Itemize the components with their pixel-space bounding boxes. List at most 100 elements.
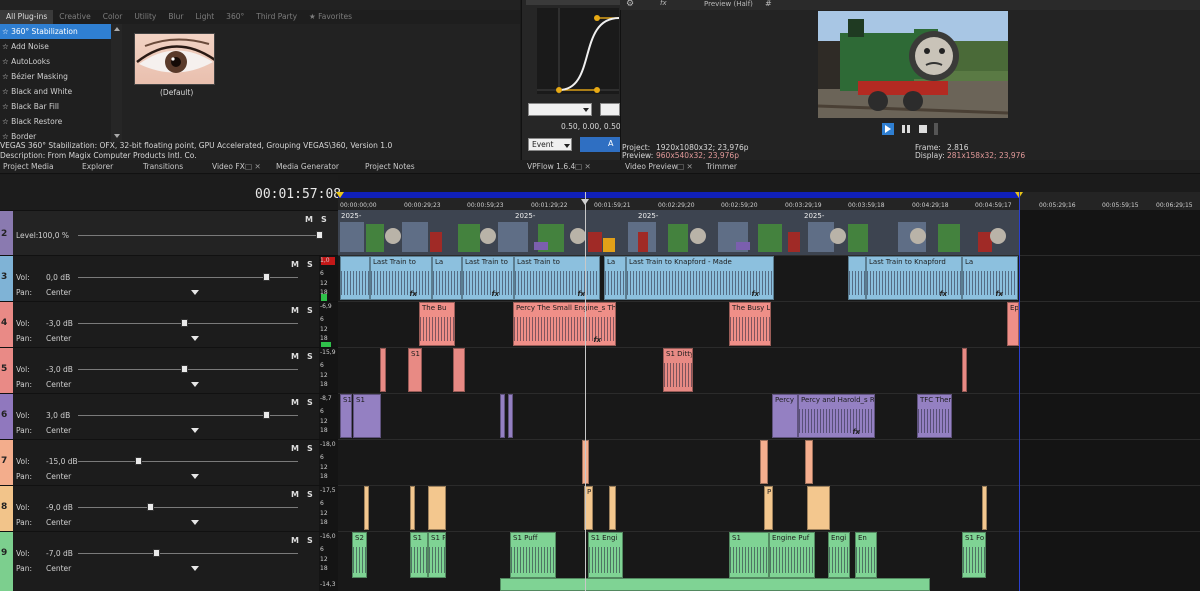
- audio-event[interactable]: Last Train to Knapford - Made fx: [626, 256, 774, 300]
- solo-button[interactable]: S: [321, 215, 327, 224]
- pan-slider-handle[interactable]: [191, 566, 199, 571]
- audio-event[interactable]: S1: [353, 394, 381, 438]
- audio-event[interactable]: [982, 486, 987, 530]
- fx-icon[interactable]: fx: [939, 290, 947, 298]
- curve-mode-select[interactable]: [600, 103, 620, 116]
- pan-slider-handle[interactable]: [191, 520, 199, 525]
- tab-project-media[interactable]: Project Media: [3, 162, 54, 171]
- fx-icon[interactable]: fx: [491, 290, 499, 298]
- gear-icon[interactable]: ⚙: [626, 0, 634, 9]
- mute-button[interactable]: M: [291, 444, 299, 453]
- plugin-item[interactable]: ☆ 360° Stabilization: [0, 24, 121, 39]
- fx-icon[interactable]: fx: [577, 290, 585, 298]
- vol-slider-handle[interactable]: [153, 549, 160, 557]
- tab-creative[interactable]: Creative: [53, 10, 96, 24]
- audio-event[interactable]: Percy and Harold_s Ra fx: [798, 394, 875, 438]
- audio-event[interactable]: S1 Fo: [962, 532, 986, 578]
- audio-track-header[interactable]: 6 Vol: 3,0 dB Pan: Center M S -8,7 6 12 …: [0, 393, 338, 440]
- vol-slider-track[interactable]: [78, 553, 298, 554]
- vol-slider-track[interactable]: [78, 369, 298, 370]
- solo-button[interactable]: S: [307, 444, 313, 453]
- mute-button[interactable]: M: [291, 352, 299, 361]
- fx-icon[interactable]: fx: [593, 336, 601, 344]
- pan-slider-handle[interactable]: [191, 336, 199, 341]
- audio-event[interactable]: Last Train to fx: [462, 256, 514, 300]
- vol-slider-handle[interactable]: [181, 319, 188, 327]
- audio-event[interactable]: Last Train to fx: [370, 256, 432, 300]
- audio-event[interactable]: S1 P: [428, 532, 446, 578]
- audio-event[interactable]: Percy: [772, 394, 798, 438]
- plugin-item[interactable]: ☆ Black and White: [0, 84, 121, 99]
- audio-event[interactable]: P: [764, 486, 773, 530]
- pan-slider-handle[interactable]: [191, 428, 199, 433]
- audio-event[interactable]: S2: [352, 532, 367, 578]
- tab-color[interactable]: Color: [97, 10, 129, 24]
- audio-event[interactable]: [848, 256, 866, 300]
- tab-favorites[interactable]: ★ Favorites: [303, 10, 358, 24]
- audio-event[interactable]: Ep: [1007, 302, 1019, 346]
- loop-region-bar[interactable]: [338, 192, 1019, 198]
- audio-track-header[interactable]: 5 Vol: -3,0 dB Pan: Center M S -15,9 6 1…: [0, 347, 338, 394]
- tab-vpflow[interactable]: VPFlow 1.6.4: [527, 162, 575, 171]
- video-event-strip[interactable]: [338, 210, 1019, 255]
- timeline-timecode[interactable]: 00:01:57:08: [255, 187, 341, 202]
- solo-button[interactable]: S: [307, 536, 313, 545]
- curve-preset-select[interactable]: [528, 103, 592, 116]
- audio-event[interactable]: The Busy Li: [729, 302, 771, 346]
- tab-light[interactable]: Light: [189, 10, 220, 24]
- audio-event[interactable]: [962, 348, 967, 392]
- mute-button[interactable]: M: [305, 215, 313, 224]
- vol-slider-handle[interactable]: [181, 365, 188, 373]
- scroll-up-icon[interactable]: [114, 27, 120, 31]
- audio-track-header[interactable]: 4 Vol: -3,0 dB Pan: Center M S -6,9 6 12…: [0, 301, 338, 348]
- tab-360[interactable]: 360°: [220, 10, 250, 24]
- fx-icon[interactable]: fx: [995, 290, 1003, 298]
- plugin-item[interactable]: ☆ Add Noise: [0, 39, 121, 54]
- audio-event[interactable]: S1: [340, 394, 352, 438]
- tab-utility[interactable]: Utility: [128, 10, 162, 24]
- audio-event[interactable]: [805, 440, 813, 484]
- fx-icon[interactable]: fx: [751, 290, 759, 298]
- audio-track-header[interactable]: 3 Vol: 0,0 dB Pan: Center M S 1,0 6 12 1…: [0, 255, 338, 302]
- audio-event[interactable]: [410, 486, 415, 530]
- vol-slider-handle[interactable]: [147, 503, 154, 511]
- solo-button[interactable]: S: [307, 260, 313, 269]
- audio-event[interactable]: [609, 486, 616, 530]
- audio-event[interactable]: S1: [410, 532, 428, 578]
- fx-icon[interactable]: fx: [409, 290, 417, 298]
- audio-event[interactable]: Percy The Small Engine_s Them fx: [513, 302, 616, 346]
- audio-event[interactable]: [508, 394, 513, 438]
- vol-slider-track[interactable]: [78, 323, 298, 324]
- menu-dots-icon[interactable]: [934, 123, 938, 135]
- tab-blur[interactable]: Blur: [162, 10, 189, 24]
- grid-icon[interactable]: #: [765, 0, 772, 8]
- loop-start-marker[interactable]: [336, 192, 344, 198]
- solo-button[interactable]: S: [307, 490, 313, 499]
- mute-button[interactable]: M: [291, 306, 299, 315]
- audio-event[interactable]: La fx: [962, 256, 1018, 300]
- playhead-marker[interactable]: [581, 199, 589, 205]
- level-slider-handle[interactable]: [316, 231, 323, 239]
- audio-event[interactable]: S1 Ditty: [663, 348, 693, 392]
- preview-quality-select[interactable]: Preview (Half): [704, 0, 753, 8]
- stop-button[interactable]: [917, 123, 929, 135]
- audio-event[interactable]: [500, 578, 930, 591]
- plugin-item[interactable]: ☆ Black Restore: [0, 114, 121, 129]
- mute-button[interactable]: M: [291, 398, 299, 407]
- audio-track-header[interactable]: 7 Vol: -15,0 dB Pan: Center M S -18,0 6 …: [0, 439, 338, 486]
- audio-event[interactable]: The Bu: [419, 302, 455, 346]
- tab-video-preview[interactable]: Video Preview: [625, 162, 678, 171]
- solo-button[interactable]: S: [307, 306, 313, 315]
- audio-event[interactable]: [453, 348, 465, 392]
- audio-event[interactable]: Last Train to fx: [514, 256, 600, 300]
- audio-event[interactable]: S1: [408, 348, 422, 392]
- pan-slider-handle[interactable]: [191, 290, 199, 295]
- audio-event[interactable]: La: [604, 256, 626, 300]
- audio-event[interactable]: S1 Puff: [510, 532, 556, 578]
- close-icon[interactable]: □ ✕: [677, 162, 693, 171]
- level-slider-track[interactable]: [78, 235, 320, 236]
- tab-all-plugins[interactable]: All Plug-ins: [0, 10, 54, 24]
- pan-slider-handle[interactable]: [191, 382, 199, 387]
- close-icon[interactable]: □ ✕: [245, 162, 261, 171]
- vol-slider-track[interactable]: [78, 507, 298, 508]
